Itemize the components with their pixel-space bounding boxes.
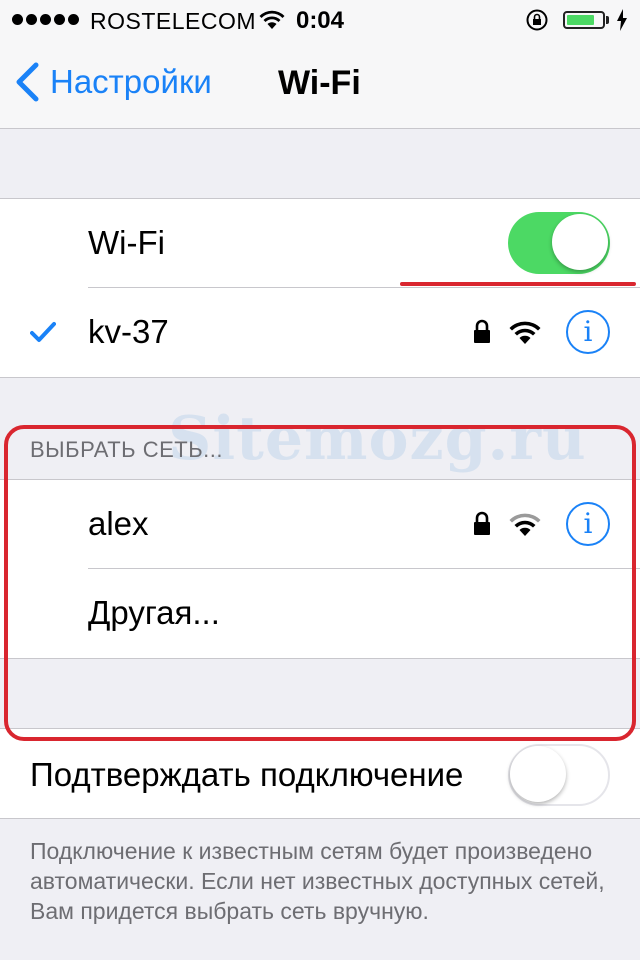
ask-to-join-label: Подтверждать подключение xyxy=(30,756,464,793)
ask-to-join-toggle-knob xyxy=(510,746,566,802)
lock-icon xyxy=(474,319,490,343)
wifi-toggle-row: Wi-Fi xyxy=(0,199,640,288)
checkmark-icon xyxy=(30,322,56,342)
rotation-lock-icon xyxy=(526,9,548,31)
battery-level xyxy=(567,15,594,25)
status-bar: ROSTELECOM 0:04 xyxy=(0,0,640,40)
ask-to-join-description: Подключение к известным сетям будет прои… xyxy=(30,838,605,924)
back-button[interactable]: Настройки xyxy=(14,62,212,102)
charging-bolt-icon xyxy=(617,9,627,31)
wifi-toggle-knob xyxy=(552,214,608,270)
wifi-toggle[interactable] xyxy=(508,212,610,274)
highlight-frame xyxy=(4,425,636,741)
wifi-label: Wi-Fi xyxy=(88,224,165,261)
chevron-left-icon xyxy=(16,62,39,102)
page-title: Wi-Fi xyxy=(278,64,361,102)
battery-icon xyxy=(563,11,605,29)
wifi-signal-icon xyxy=(509,321,541,344)
highlight-underline xyxy=(400,282,636,286)
back-button-label: Настройки xyxy=(50,63,212,100)
wifi-group: Wi-Fi kv-37 i xyxy=(0,198,640,378)
connected-network-name: kv-37 xyxy=(88,313,169,350)
ask-to-join-group: Подтверждать подключение xyxy=(0,728,640,819)
navigation-bar: Настройки Wi-Fi xyxy=(0,40,640,129)
battery-tip xyxy=(606,16,609,24)
ask-to-join-toggle[interactable] xyxy=(508,744,610,806)
connected-network-row[interactable]: kv-37 i xyxy=(0,288,640,377)
network-info-button[interactable]: i xyxy=(566,310,610,354)
ask-to-join-row: Подтверждать подключение xyxy=(0,729,640,818)
